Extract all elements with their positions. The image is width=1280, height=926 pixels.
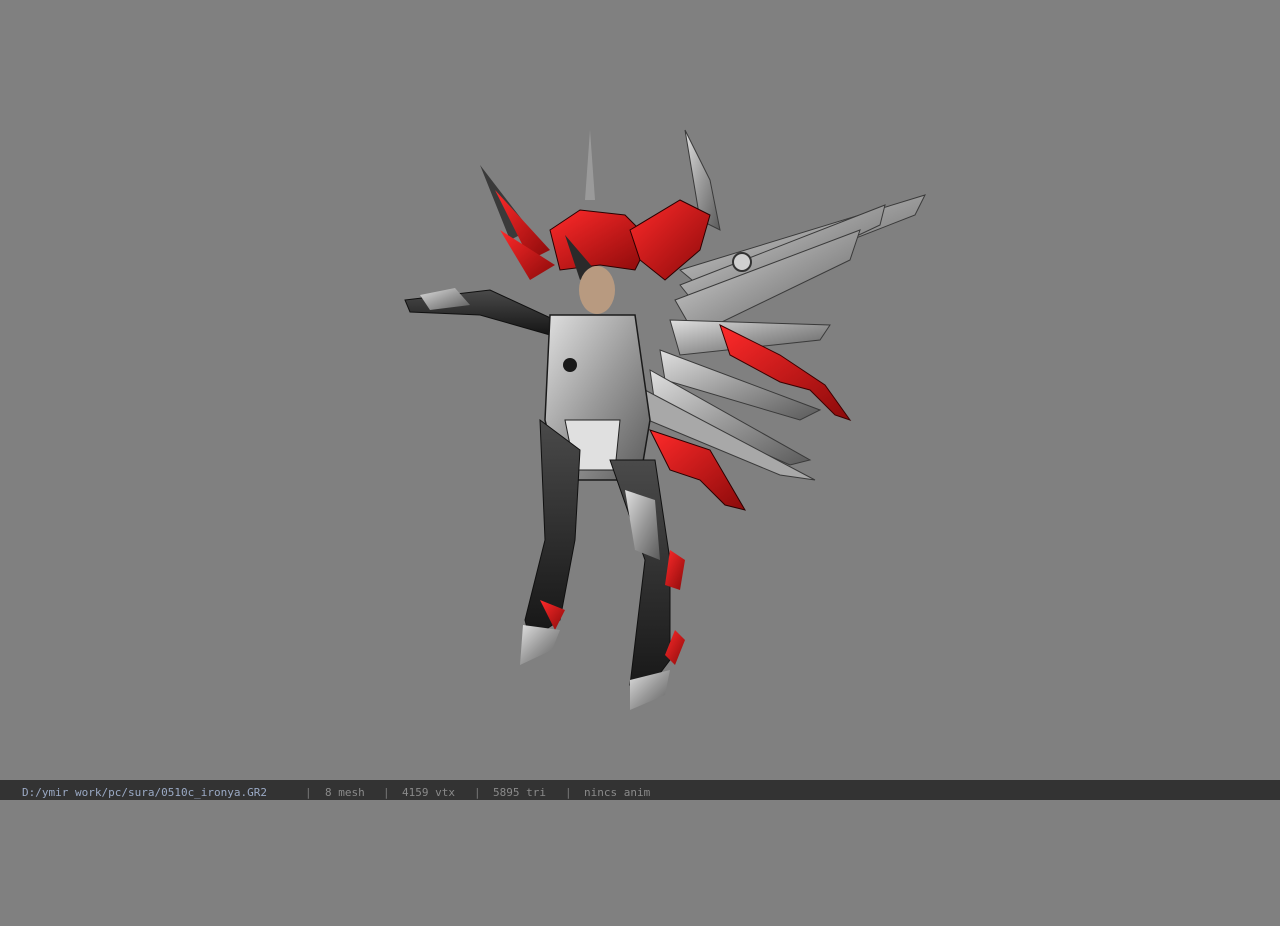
file-path: D:/ymir work/pc/sura/0510c_ironya.GR2 xyxy=(22,786,268,799)
triangle-count: 5895 tri xyxy=(493,786,546,799)
character-model xyxy=(404,129,926,710)
right-wing xyxy=(644,129,926,481)
vertex-count: 4159 vtx xyxy=(402,786,455,799)
status-separator: | xyxy=(474,786,481,799)
status-bar: D:/ymir work/pc/sura/0510c_ironya.GR2 | … xyxy=(0,780,1280,800)
status-separator: | xyxy=(383,786,390,799)
character-face xyxy=(579,266,615,314)
animation-status: nincs anim xyxy=(584,786,651,799)
status-separator: | xyxy=(565,786,572,799)
mesh-count: 8 mesh xyxy=(325,786,365,799)
3d-viewport[interactable] xyxy=(0,0,1280,780)
status-separator: | xyxy=(305,786,312,799)
